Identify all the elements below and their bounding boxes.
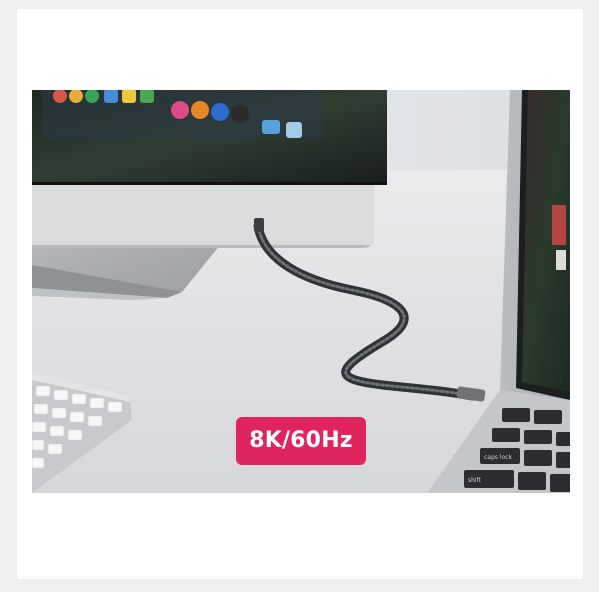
monitor-icon	[32, 90, 387, 248]
svg-text:shift: shift	[468, 477, 482, 484]
resolution-badge: 8K/60Hz	[236, 417, 366, 465]
svg-text:caps lock: caps lock	[484, 454, 512, 461]
